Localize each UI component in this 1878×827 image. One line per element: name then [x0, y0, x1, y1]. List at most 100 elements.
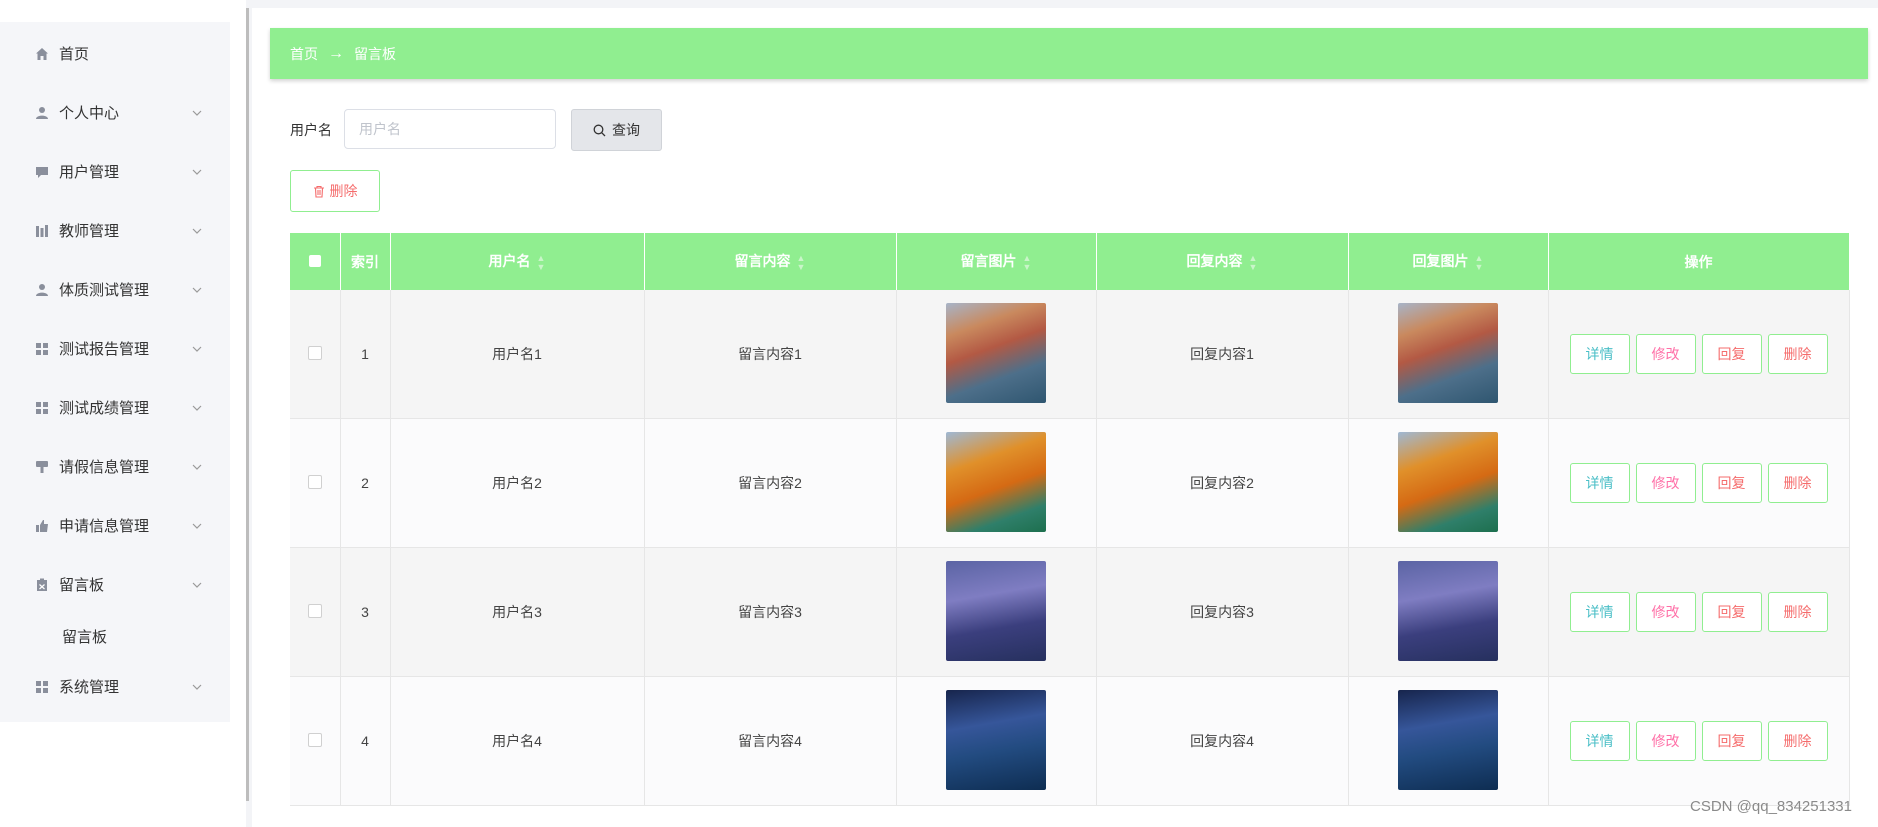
message-image[interactable]: [946, 560, 1046, 661]
chevron-down-icon: [192, 228, 202, 234]
row-checkbox[interactable]: [307, 603, 322, 618]
clipboard-icon: [35, 578, 49, 592]
edit-button[interactable]: 修改: [1635, 721, 1696, 761]
cell-index: 4: [340, 676, 391, 806]
reply-button[interactable]: 回复: [1701, 592, 1762, 632]
header-content[interactable]: 留言内容 ▲ ▼: [644, 233, 897, 290]
row-checkbox[interactable]: [307, 732, 322, 747]
detail-button[interactable]: 详情: [1569, 721, 1630, 761]
header-reply-image-label: 回复图片: [1412, 253, 1469, 270]
sort-icon[interactable]: ▲ ▼: [1249, 253, 1258, 272]
search-icon: [593, 124, 606, 136]
sidebar-item-message-board[interactable]: 留言板: [0, 555, 230, 614]
breadcrumb-home[interactable]: 首页: [290, 44, 318, 64]
cell-username: 用户名2: [390, 418, 645, 548]
delete-button[interactable]: 删除: [1767, 463, 1828, 503]
chevron-down-icon: [192, 346, 202, 352]
sidebar-item-label: 测试报告管理: [59, 341, 150, 358]
detail-button[interactable]: 详情: [1569, 592, 1630, 632]
batch-delete-button[interactable]: 删除: [290, 170, 380, 212]
batch-delete-label: 删除: [329, 183, 358, 199]
select-all-header[interactable]: [290, 233, 341, 290]
sidebar-item-label: 用户管理: [59, 164, 120, 181]
sidebar-item-label: 个人中心: [59, 105, 120, 122]
cell-reply: 回复内容4: [1096, 676, 1349, 806]
reply-image[interactable]: [1398, 689, 1498, 790]
sidebar-item-label: 教师管理: [59, 223, 120, 240]
sidebar-item-label: 请假信息管理: [59, 459, 150, 476]
cell-content: 留言内容1: [644, 290, 897, 419]
edit-button[interactable]: 修改: [1635, 592, 1696, 632]
header-reply[interactable]: 回复内容 ▲ ▼: [1096, 233, 1349, 290]
reply-image[interactable]: [1398, 431, 1498, 532]
sidebar-item-label: 体质测试管理: [59, 282, 150, 299]
chevron-down-icon: [192, 582, 202, 588]
reply-button[interactable]: 回复: [1701, 721, 1762, 761]
header-content-label: 留言内容: [734, 253, 791, 270]
sidebar-item-home[interactable]: 首页: [0, 24, 230, 83]
chevron-down-icon: [192, 287, 202, 293]
edit-button[interactable]: 修改: [1635, 463, 1696, 503]
reply-button[interactable]: 回复: [1701, 334, 1762, 374]
sidebar-subitem-message-board[interactable]: 留言板: [0, 611, 230, 661]
sidebar-item-test-report[interactable]: 测试报告管理: [0, 319, 230, 378]
reply-image[interactable]: [1398, 302, 1498, 403]
sidebar-item-personal-center[interactable]: 个人中心: [0, 83, 230, 142]
grid-icon: [35, 342, 49, 356]
header-username[interactable]: 用户名 ▲ ▼: [390, 233, 645, 290]
sidebar-item-label: 申请信息管理: [59, 518, 150, 535]
sort-icon[interactable]: ▲ ▼: [1023, 253, 1032, 272]
delete-button[interactable]: 删除: [1767, 721, 1828, 761]
message-image[interactable]: [946, 689, 1046, 790]
delete-button[interactable]: 删除: [1767, 592, 1828, 632]
username-search-input[interactable]: [344, 109, 556, 149]
sidebar-item-label: 留言板: [59, 577, 105, 594]
sidebar-subitem-label: 留言板: [62, 628, 108, 646]
sidebar-item-teacher-management[interactable]: 教师管理: [0, 201, 230, 260]
sidebar-item-test-score[interactable]: 测试成绩管理: [0, 378, 230, 437]
cell-content: 留言内容2: [644, 418, 897, 548]
cell-index: 3: [340, 547, 391, 677]
cell-reply: 回复内容1: [1096, 290, 1349, 419]
sidebar-item-application[interactable]: 申请信息管理: [0, 496, 230, 555]
sort-icon[interactable]: ▲ ▼: [797, 253, 806, 272]
sidebar-divider: [246, 8, 249, 801]
sidebar-item-system[interactable]: 系统管理: [0, 657, 230, 716]
message-table: 索引 用户名 ▲ ▼ 留言内容 ▲ ▼ 留言图片 ▲ ▼ 回复内容 ▲ ▼ 回复图片 ▲ ▼ 操作 …: [290, 233, 1850, 806]
bars-icon: [35, 224, 49, 238]
message-image[interactable]: [946, 302, 1046, 403]
select-all-checkbox[interactable]: [308, 254, 321, 267]
message-image[interactable]: [946, 431, 1046, 532]
row-checkbox[interactable]: [307, 474, 322, 489]
sort-icon[interactable]: ▲ ▼: [537, 253, 546, 272]
reply-button[interactable]: 回复: [1701, 463, 1762, 503]
brush-icon: [35, 460, 49, 474]
reply-image[interactable]: [1398, 560, 1498, 661]
sidebar-item-label: 系统管理: [59, 679, 120, 696]
header-username-label: 用户名: [488, 253, 531, 270]
cell-content: 留言内容3: [644, 547, 897, 677]
chevron-down-icon: [192, 464, 202, 470]
detail-button[interactable]: 详情: [1569, 463, 1630, 503]
cell-index: 1: [340, 290, 391, 419]
sidebar-item-user-management[interactable]: 用户管理: [0, 142, 230, 201]
chevron-down-icon: [192, 110, 202, 116]
sort-icon[interactable]: ▲ ▼: [1475, 253, 1484, 272]
home-icon: [35, 47, 49, 61]
delete-button[interactable]: 删除: [1767, 334, 1828, 374]
trash-icon: [313, 185, 324, 198]
search-button[interactable]: 查询: [571, 109, 662, 151]
row-checkbox[interactable]: [307, 345, 322, 360]
grid-icon: [35, 680, 49, 694]
table-row: 4 用户名4 留言内容4 回复内容4 详情 修改 回复 删除: [290, 676, 1850, 806]
header-image[interactable]: 留言图片 ▲ ▼: [896, 233, 1097, 290]
edit-button[interactable]: 修改: [1635, 334, 1696, 374]
table-row: 3 用户名3 留言内容3 回复内容3 详情 修改 回复 删除: [290, 547, 1850, 677]
sidebar-item-fitness-test[interactable]: 体质测试管理: [0, 260, 230, 319]
header-reply-image[interactable]: 回复图片 ▲ ▼: [1348, 233, 1549, 290]
chat-icon: [35, 165, 49, 179]
chevron-down-icon: [192, 523, 202, 529]
chevron-down-icon: [192, 405, 202, 411]
detail-button[interactable]: 详情: [1569, 334, 1630, 374]
sidebar-item-leave[interactable]: 请假信息管理: [0, 437, 230, 496]
